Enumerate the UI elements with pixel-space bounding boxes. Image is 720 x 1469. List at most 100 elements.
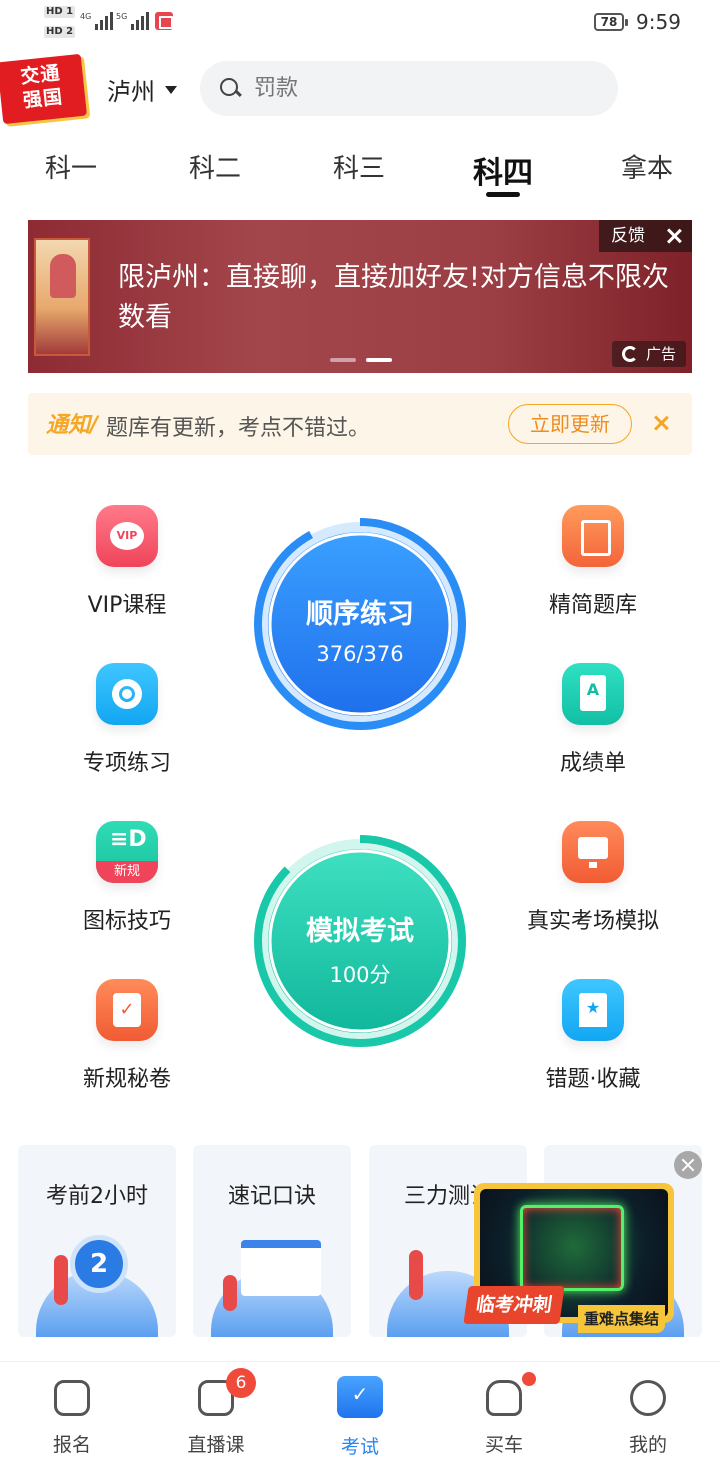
grid-item-mistakes-favorites[interactable]: 错题·收藏 <box>493 979 693 1093</box>
card-2-hours-before-exam[interactable]: 考前2小时 2 <box>18 1145 176 1337</box>
tab-label: 科四 <box>473 156 533 191</box>
person-illustration <box>409 1250 423 1300</box>
grid-label: 专项练习 <box>82 751 171 776</box>
practice-title: 顺序练习 <box>306 599 414 630</box>
exam-icon <box>337 1376 383 1418</box>
tab-license[interactable]: 拿本 <box>592 148 702 185</box>
tab-subject-1[interactable]: 科一 <box>16 148 126 185</box>
banner-text: 限泸州：直接聊，直接加好友!对方信息不限次数看 <box>118 262 669 333</box>
tab-subject-2[interactable]: 科二 <box>160 148 270 185</box>
exam-score: 100分 <box>329 963 391 987</box>
nav-item-live-class[interactable]: 6 直播课 <box>166 1368 266 1457</box>
grid-item-special-practice[interactable]: 专项练习 <box>27 663 227 777</box>
book-icon <box>562 505 624 567</box>
subject-tabs: 科一 科二 科三 科四 拿本 <box>0 148 720 202</box>
close-icon <box>680 1157 696 1173</box>
search-input[interactable] <box>254 76 594 101</box>
tab-subject-4[interactable]: 科四 <box>448 148 558 197</box>
nav-item-exam[interactable]: 考试 <box>310 1376 410 1459</box>
close-icon[interactable] <box>666 228 682 244</box>
card-title: 考前2小时 <box>46 1184 148 1209</box>
floating-promo[interactable]: 临考冲刺 重难点集结 <box>463 1183 674 1336</box>
tab-subject-3[interactable]: 科三 <box>304 148 414 185</box>
bookmark-star-icon <box>562 979 624 1041</box>
banner-pagination <box>330 358 392 362</box>
nav-item-buy-car[interactable]: 买车 <box>454 1372 554 1457</box>
card-title: 速记口诀 <box>227 1184 316 1209</box>
nav-label: 买车 <box>484 1434 523 1456</box>
car-icon <box>486 1380 522 1416</box>
battery-icon: 78 <box>594 13 628 31</box>
grid-item-question-bank[interactable]: 精简题库 <box>493 505 693 619</box>
sign-icon <box>96 821 158 883</box>
person-illustration <box>223 1275 237 1311</box>
logo-badge[interactable]: 交通 强国 <box>0 53 88 125</box>
city-selector[interactable]: 泸州 <box>107 72 177 107</box>
grid-item-sign-tips[interactable]: 图标技巧 <box>27 821 227 935</box>
nav-item-signup[interactable]: 报名 <box>22 1380 122 1457</box>
target-icon <box>96 663 158 725</box>
grid-label: VIP课程 <box>87 593 167 618</box>
grid-item-real-exam-sim[interactable]: 真实考场模拟 <box>493 821 693 935</box>
grid-label: 精简题库 <box>548 593 637 618</box>
exam-title: 模拟考试 <box>306 916 414 947</box>
signal-icon: 4G <box>80 12 114 30</box>
neon-glow-graphic <box>520 1205 624 1291</box>
stopwatch-icon: 2 <box>70 1235 128 1293</box>
search-bar[interactable] <box>200 61 618 116</box>
promo-tag-secondary: 重难点集结 <box>578 1305 666 1333</box>
update-now-button[interactable]: 立即更新 <box>508 404 632 444</box>
hd1-indicator: HD 1 <box>44 6 76 18</box>
nav-label: 报名 <box>52 1434 91 1456</box>
tab-label: 拿本 <box>620 154 673 184</box>
caret-down-icon <box>165 85 177 94</box>
tab-active-indicator <box>486 192 520 197</box>
feedback-label: 反馈 <box>611 226 645 246</box>
grid-label: 错题·收藏 <box>545 1067 641 1092</box>
nav-item-profile[interactable]: 我的 <box>598 1380 698 1457</box>
grid-label: 图标技巧 <box>82 909 171 934</box>
net1-label: 4G <box>80 12 92 21</box>
card-memory-rhymes[interactable]: 速记口诀 <box>193 1145 351 1337</box>
monitor-icon <box>562 821 624 883</box>
grid-item-vip-course[interactable]: VIP课程 <box>27 505 227 619</box>
signal-icon-2: 5G <box>116 12 150 30</box>
city-label: 泸州 <box>107 78 155 106</box>
clock: 9:59 <box>636 10 681 34</box>
hd2-indicator: HD 2 <box>44 26 76 38</box>
promo-close-button[interactable] <box>674 1151 702 1179</box>
ad-label: 广告 <box>611 341 686 367</box>
practice-progress: 376/376 <box>316 642 404 666</box>
mock-exam-button[interactable]: 模拟考试 100分 <box>254 835 466 1047</box>
grid-label: 成绩单 <box>559 751 626 776</box>
grade-sheet-icon <box>562 663 624 725</box>
search-icon <box>220 77 242 100</box>
banner-thumbnail <box>34 238 90 356</box>
update-notice: 通知/ 题库有更新，考点不错过。 立即更新 <box>28 393 692 455</box>
document-illustration <box>241 1240 321 1296</box>
grid-item-new-rules-paper[interactable]: 新规秘卷 <box>27 979 227 1093</box>
tab-label: 科二 <box>188 154 241 184</box>
nav-label: 直播课 <box>187 1434 245 1456</box>
pagination-dot <box>330 358 356 362</box>
status-bar: HD 1 HD 2 4G 5G 78 9:59 <box>0 0 720 48</box>
vip-icon <box>96 505 158 567</box>
notification-book-icon <box>155 12 173 30</box>
notification-badge: 6 <box>226 1368 256 1398</box>
notice-text: 题库有更新，考点不错过。 <box>106 416 371 441</box>
signup-icon <box>54 1380 90 1416</box>
bottom-nav: 报名 6 直播课 考试 买车 我的 <box>0 1361 720 1469</box>
profile-icon <box>630 1380 666 1416</box>
nav-label: 我的 <box>628 1434 667 1456</box>
tab-label: 科三 <box>332 154 385 184</box>
grid-item-grade-sheet[interactable]: 成绩单 <box>493 663 693 777</box>
ad-banner[interactable]: 限泸州：直接聊，直接加好友!对方信息不限次数看 反馈 广告 <box>28 220 692 373</box>
banner-feedback-button[interactable]: 反馈 <box>599 220 692 252</box>
sequential-practice-button[interactable]: 顺序练习 376/376 <box>254 518 466 730</box>
notice-tag: 通知/ <box>46 413 99 438</box>
notification-dot <box>522 1372 536 1386</box>
ad-label-text: 广告 <box>645 345 676 363</box>
net2-label: 5G <box>116 12 128 21</box>
close-icon[interactable] <box>653 415 669 431</box>
promo-tag-primary: 临考冲刺 <box>463 1286 565 1324</box>
